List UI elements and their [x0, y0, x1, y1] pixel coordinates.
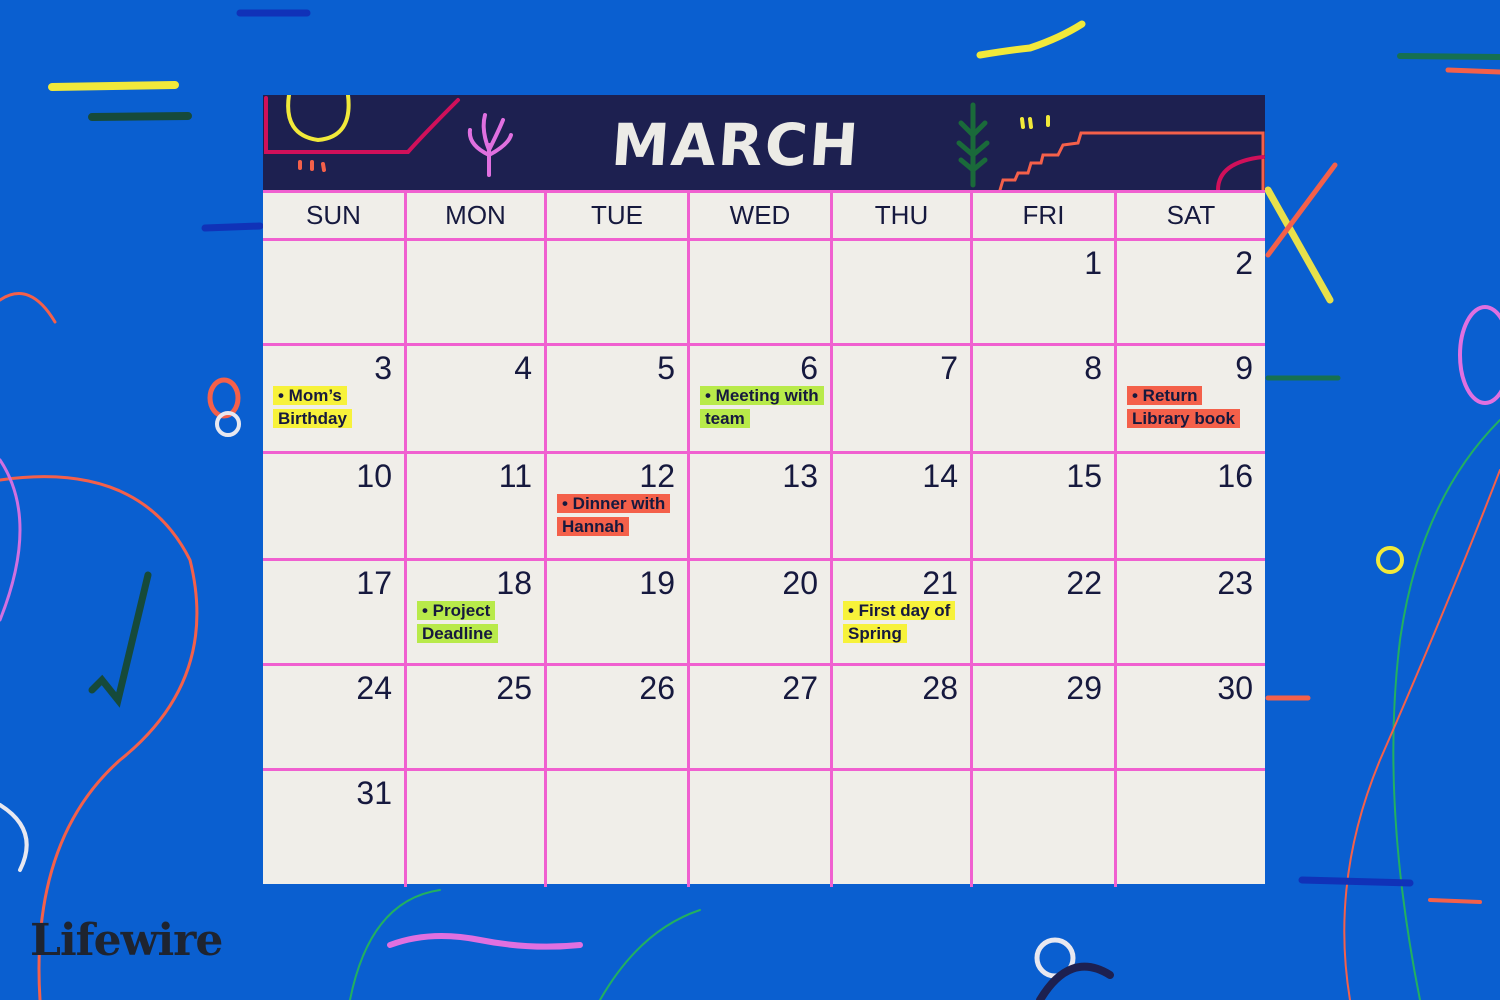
day-number: 12: [639, 458, 675, 494]
day-number: 22: [1066, 565, 1102, 601]
day-cell-24[interactable]: 24: [263, 666, 407, 771]
day-number: 27: [782, 670, 818, 706]
empty-cell: [833, 241, 973, 346]
event-text: • Mom’s Birthday: [273, 386, 352, 428]
empty-cell: [690, 241, 833, 346]
month-title: MARCH 2019: [609, 111, 863, 179]
day-cell-11[interactable]: 11: [407, 454, 547, 561]
day-cell-27[interactable]: 27: [690, 666, 833, 771]
day-of-week-sun: SUN: [263, 193, 407, 241]
day-cell-10[interactable]: 10: [263, 454, 407, 561]
calendar-header: MARCH 2019: [263, 95, 1265, 190]
day-number: 19: [639, 565, 675, 601]
day-number: 1: [1084, 245, 1102, 281]
day-cell-22[interactable]: 22: [973, 561, 1117, 666]
day-number: 4: [514, 350, 532, 386]
day-cell-8[interactable]: 8: [973, 346, 1117, 454]
day-number: 7: [940, 350, 958, 386]
calendar: MARCH 2019 SUNMONTUEWEDTHUFRISAT123• Mom…: [263, 95, 1265, 887]
day-number: 15: [1066, 458, 1102, 494]
day-number: 26: [639, 670, 675, 706]
day-number: 24: [356, 670, 392, 706]
day-cell-19[interactable]: 19: [547, 561, 690, 666]
empty-cell: [973, 771, 1117, 887]
day-of-week-wed: WED: [690, 193, 833, 241]
day-cell-2[interactable]: 2: [1117, 241, 1265, 346]
day-number: 9: [1235, 350, 1253, 386]
empty-cell: [407, 241, 547, 346]
day-cell-6[interactable]: 6 • Meeting with team: [690, 346, 833, 454]
day-cell-12[interactable]: 12 • Dinner with Hannah: [547, 454, 690, 561]
event-label[interactable]: • Project Deadline: [417, 599, 537, 645]
day-number: 13: [782, 458, 818, 494]
event-text: • Meeting with team: [700, 386, 824, 428]
empty-cell: [407, 771, 547, 887]
empty-cell: [547, 771, 690, 887]
day-number: 17: [356, 565, 392, 601]
day-cell-7[interactable]: 7: [833, 346, 973, 454]
empty-cell: [690, 771, 833, 887]
event-label[interactable]: • Return Library book: [1127, 384, 1247, 430]
empty-cell: [833, 771, 973, 887]
day-cell-25[interactable]: 25: [407, 666, 547, 771]
day-number: 25: [496, 670, 532, 706]
day-number: 29: [1066, 670, 1102, 706]
day-cell-3[interactable]: 3 • Mom’s Birthday: [263, 346, 407, 454]
day-number: 18: [496, 565, 532, 601]
day-number: 10: [356, 458, 392, 494]
day-number: 16: [1217, 458, 1253, 494]
empty-cell: [1117, 771, 1265, 887]
day-cell-16[interactable]: 16: [1117, 454, 1265, 561]
day-number: 28: [922, 670, 958, 706]
day-cell-28[interactable]: 28: [833, 666, 973, 771]
day-of-week-mon: MON: [407, 193, 547, 241]
day-cell-31[interactable]: 31: [263, 771, 407, 887]
day-number: 21: [922, 565, 958, 601]
day-number: 23: [1217, 565, 1253, 601]
lifewire-logo: Lifewire: [30, 915, 223, 966]
day-number: 5: [657, 350, 675, 386]
day-number: 30: [1217, 670, 1253, 706]
event-label[interactable]: • Meeting with team: [700, 384, 824, 430]
day-cell-15[interactable]: 15: [973, 454, 1117, 561]
day-cell-18[interactable]: 18 • Project Deadline: [407, 561, 547, 666]
day-number: 3: [374, 350, 392, 386]
event-label[interactable]: • Mom’s Birthday: [273, 384, 393, 430]
day-cell-26[interactable]: 26: [547, 666, 690, 771]
day-of-week-fri: FRI: [973, 193, 1117, 241]
day-number: 20: [782, 565, 818, 601]
day-cell-13[interactable]: 13: [690, 454, 833, 561]
event-label[interactable]: • First day of Spring: [843, 599, 963, 645]
day-number: 31: [356, 775, 392, 811]
day-cell-14[interactable]: 14: [833, 454, 973, 561]
day-cell-4[interactable]: 4: [407, 346, 547, 454]
day-cell-9[interactable]: 9 • Return Library book: [1117, 346, 1265, 454]
calendar-grid: SUN MON TUE WED THU FRI SAT 1 2 3 • Mom’s Birthday…: [263, 190, 1265, 887]
day-number: 8: [1084, 350, 1102, 386]
day-of-week-sat: SAT: [1117, 193, 1265, 241]
day-cell-29[interactable]: 29: [973, 666, 1117, 771]
day-cell-21[interactable]: 21 • First day of Spring: [833, 561, 973, 666]
day-number: 11: [498, 458, 532, 494]
day-number: 14: [922, 458, 958, 494]
day-cell-5[interactable]: 5: [547, 346, 690, 454]
event-text: • First day of Spring: [843, 601, 956, 643]
day-number: 2: [1235, 245, 1253, 281]
empty-cell: [263, 241, 407, 346]
empty-cell: [547, 241, 690, 346]
event-text: • Dinner with Hannah: [557, 494, 671, 536]
day-cell-23[interactable]: 23: [1117, 561, 1265, 666]
day-cell-30[interactable]: 30: [1117, 666, 1265, 771]
day-cell-20[interactable]: 20: [690, 561, 833, 666]
event-label[interactable]: • Dinner with Hannah: [557, 492, 677, 538]
day-cell-1[interactable]: 1: [973, 241, 1117, 346]
day-cell-17[interactable]: 17: [263, 561, 407, 666]
event-text: • Return Library book: [1127, 386, 1240, 428]
day-of-week-tue: TUE: [547, 193, 690, 241]
day-of-week-thu: THU: [833, 193, 973, 241]
day-number: 6: [800, 350, 818, 386]
event-text: • Project Deadline: [417, 601, 498, 643]
